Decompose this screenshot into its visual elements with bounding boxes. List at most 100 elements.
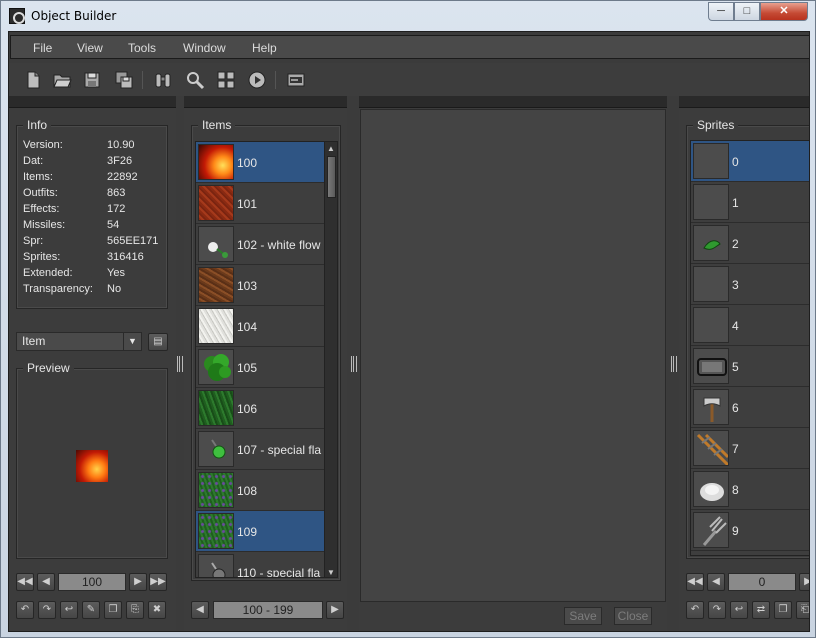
paste-icon[interactable]: ⎗ [796, 601, 809, 619]
list-item-label: 8 [732, 483, 739, 497]
thumbnail [198, 513, 234, 549]
list-item[interactable]: 8 [691, 469, 809, 510]
menu-window[interactable]: Window [183, 41, 226, 55]
preview-sprite [76, 450, 108, 482]
import-icon[interactable]: ↶ [686, 601, 704, 619]
thumbnail [693, 266, 729, 302]
scroll-down-icon[interactable]: ▼ [327, 568, 335, 577]
sprite-id-stepper[interactable]: 0 [728, 573, 796, 591]
thumbnail [198, 472, 234, 508]
menu-tools[interactable]: Tools [128, 41, 156, 55]
preview-id-stepper[interactable]: 100 [58, 573, 126, 591]
save-as-icon[interactable] [114, 70, 134, 90]
play-icon[interactable] [247, 70, 267, 90]
list-item-label: 110 - special fla [237, 566, 321, 578]
list-item[interactable]: 2 [691, 223, 809, 264]
export-icon[interactable]: ↷ [38, 601, 56, 619]
list-item[interactable]: 109 [196, 511, 324, 552]
open-folder-icon[interactable] [52, 70, 72, 90]
save-icon[interactable] [82, 70, 102, 90]
console-icon[interactable] [286, 70, 306, 90]
prev-icon[interactable]: ◀ [707, 573, 725, 591]
list-item[interactable]: 100 [196, 142, 324, 183]
scroll-up-icon[interactable]: ▲ [327, 144, 335, 153]
items-range-field[interactable]: 100 - 199 [213, 601, 323, 619]
import-icon[interactable]: ↶ [16, 601, 34, 619]
list-item[interactable]: 108 [196, 470, 324, 511]
first-icon[interactable]: ◀◀ [16, 573, 34, 591]
next-icon[interactable]: ▶ [129, 573, 147, 591]
scroll-thumb[interactable] [327, 156, 336, 198]
info-label: Transparency: [23, 283, 93, 295]
list-item[interactable]: 110 - special fla [196, 552, 324, 578]
list-item[interactable]: 7 [691, 428, 809, 469]
maximize-button[interactable]: □ [734, 2, 760, 21]
undo-icon[interactable]: ↩ [60, 601, 78, 619]
panel-header-strip [9, 96, 176, 108]
search-icon[interactable] [185, 70, 205, 90]
first-icon[interactable]: ◀◀ [686, 573, 704, 591]
delete-icon[interactable]: ✖ [148, 601, 166, 619]
list-item[interactable]: 102 - white flow [196, 224, 324, 265]
info-value: 316416 [107, 251, 144, 263]
list-item[interactable]: 3 [691, 264, 809, 305]
list-item[interactable]: 106 [196, 388, 324, 429]
prev-icon[interactable]: ◀ [37, 573, 55, 591]
list-item-label: 100 [237, 156, 258, 170]
replace-icon[interactable]: ⇄ [752, 601, 770, 619]
list-item[interactable]: 6 [691, 387, 809, 428]
sprites-panel: Sprites 0 1 2 3 4 5 6 7 8 9 ◀◀ ◀ 0 ▶ ↶↷↩⇄❐⎗ [679, 96, 809, 631]
client-area: File View Tools Window Help Info Version… [8, 31, 810, 632]
duplicate-icon[interactable]: ❐ [104, 601, 122, 619]
category-select[interactable]: Item ▼ [16, 332, 142, 351]
binoculars-icon[interactable] [153, 70, 173, 90]
list-item[interactable]: 104 [196, 306, 324, 347]
next-page-icon[interactable]: ▶ [326, 601, 344, 619]
close-window-button[interactable]: ✕ [760, 2, 808, 21]
editor-area [360, 109, 666, 602]
menu-view[interactable]: View [77, 41, 103, 55]
edit-icon[interactable]: ✎ [82, 601, 100, 619]
list-item[interactable]: 9 [691, 510, 809, 551]
list-item[interactable]: 4 [691, 305, 809, 346]
export-icon[interactable]: ↷ [708, 601, 726, 619]
list-item[interactable]: 5 [691, 346, 809, 387]
thumbnail [693, 225, 729, 261]
last-icon[interactable]: ▶▶ [149, 573, 167, 591]
list-item[interactable]: 101 [196, 183, 324, 224]
splitter-handle[interactable] [177, 356, 183, 372]
prev-page-icon[interactable]: ◀ [191, 601, 209, 619]
splitter-handle[interactable] [671, 356, 677, 372]
list-item[interactable]: 107 - special fla [196, 429, 324, 470]
list-item-label: 9 [732, 524, 739, 538]
thumbnail [198, 308, 234, 344]
thumbnail [693, 430, 729, 466]
window-frame: Object Builder ─ □ ✕ File View Tools Win… [0, 0, 816, 638]
save-button[interactable]: Save [564, 607, 602, 625]
menu-help[interactable]: Help [252, 41, 277, 55]
splitter-handle[interactable] [351, 356, 357, 372]
list-item[interactable]: 105 [196, 347, 324, 388]
copy-icon[interactable]: ⎘ [126, 601, 144, 619]
title-bar[interactable]: Object Builder ─ □ ✕ [1, 1, 816, 31]
list-item[interactable]: 0 [691, 141, 809, 182]
thumbnail [198, 226, 234, 262]
new-file-icon[interactable] [23, 70, 43, 90]
undo-icon[interactable]: ↩ [730, 601, 748, 619]
duplicate-icon[interactable]: ❐ [774, 601, 792, 619]
menu-file[interactable]: File [33, 41, 52, 55]
list-item[interactable]: 1 [691, 182, 809, 223]
items-panel: Items 100 101 102 - white flow 103 104 105 106… [184, 96, 347, 631]
list-item-label: 109 [237, 525, 258, 539]
close-button[interactable]: Close [614, 607, 652, 625]
list-item-label: 2 [732, 237, 739, 251]
items-scrollbar[interactable]: ▲ ▼ [324, 142, 337, 577]
thumbnail [198, 554, 234, 577]
list-item[interactable]: 103 [196, 265, 324, 306]
grid-icon[interactable] [216, 70, 236, 90]
list-options-icon[interactable]: ▤ [148, 333, 168, 351]
minimize-button[interactable]: ─ [708, 2, 734, 21]
info-label: Extended: [23, 267, 73, 279]
info-row: Missiles: 54 [23, 219, 119, 231]
next-icon[interactable]: ▶ [799, 573, 809, 591]
